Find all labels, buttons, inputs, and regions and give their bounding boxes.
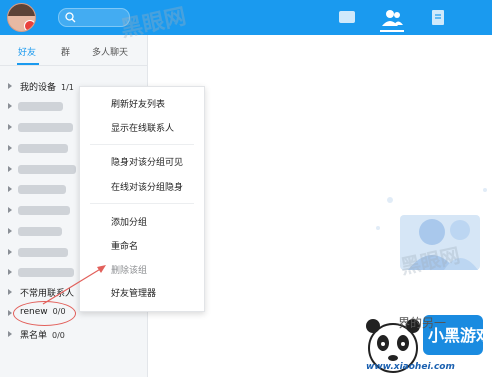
- menu-item-show-online[interactable]: 显示在线联系人: [111, 121, 174, 134]
- search-icon: [65, 12, 76, 23]
- tab-friends[interactable]: 好友: [18, 45, 36, 58]
- menu-item-online-invisible[interactable]: 在线对该分组隐身: [111, 180, 183, 193]
- menu-divider: [90, 144, 194, 145]
- avatar[interactable]: [7, 3, 36, 32]
- annotation-arrow: [42, 265, 106, 305]
- tab-multi-chat[interactable]: 多人聊天: [92, 45, 128, 58]
- contacts-icon[interactable]: [380, 6, 404, 32]
- blurred-text: [18, 185, 66, 194]
- menu-item-delete-group[interactable]: 删除该组: [111, 263, 147, 276]
- expand-arrow-icon: [8, 166, 12, 172]
- expand-arrow-icon: [8, 269, 12, 275]
- expand-arrow-icon: [8, 310, 12, 316]
- group-label: 我的设备: [20, 83, 57, 93]
- blurred-text: [18, 102, 63, 111]
- brand-name: 小黑游戏: [428, 326, 492, 345]
- menu-item-refresh[interactable]: 刷新好友列表: [111, 97, 165, 110]
- tab-groups[interactable]: 群: [61, 45, 70, 58]
- blurred-text: [18, 206, 70, 215]
- blurred-text: [18, 165, 76, 174]
- expand-arrow-icon: [8, 331, 12, 337]
- blurred-text: [18, 227, 62, 236]
- group-count: 0/0: [52, 331, 65, 340]
- menu-item-rename[interactable]: 重命名: [111, 239, 138, 252]
- document-icon[interactable]: [426, 6, 450, 28]
- expand-arrow-icon: [8, 186, 12, 192]
- expand-arrow-icon: [8, 249, 12, 255]
- expand-arrow-icon: [8, 83, 12, 89]
- menu-divider: [90, 203, 194, 204]
- expand-arrow-icon: [8, 124, 12, 130]
- blurred-text: [18, 248, 68, 257]
- expand-arrow-icon: [8, 207, 12, 213]
- menu-item-friend-manager[interactable]: 好友管理器: [111, 286, 156, 299]
- menu-item-add-group[interactable]: 添加分组: [111, 215, 147, 228]
- tab-indicator: [17, 63, 39, 65]
- top-bar: [0, 0, 492, 35]
- menu-item-invisible-visible[interactable]: 隐身对该分组可见: [111, 155, 183, 168]
- expand-arrow-icon: [8, 145, 12, 151]
- chat-icon[interactable]: [335, 6, 359, 28]
- expand-arrow-icon: [8, 289, 12, 295]
- brand-site: www.xiaohei.com: [366, 362, 455, 372]
- blurred-text: [18, 123, 73, 132]
- expand-arrow-icon: [8, 103, 12, 109]
- group-count: 1/1: [61, 83, 74, 92]
- status-dot: [24, 20, 35, 31]
- group-row-blacklist[interactable]: 黑名单 0/0: [0, 327, 147, 341]
- blurred-text: [18, 144, 68, 153]
- expand-arrow-icon: [8, 228, 12, 234]
- group-label: 黑名单: [20, 331, 48, 341]
